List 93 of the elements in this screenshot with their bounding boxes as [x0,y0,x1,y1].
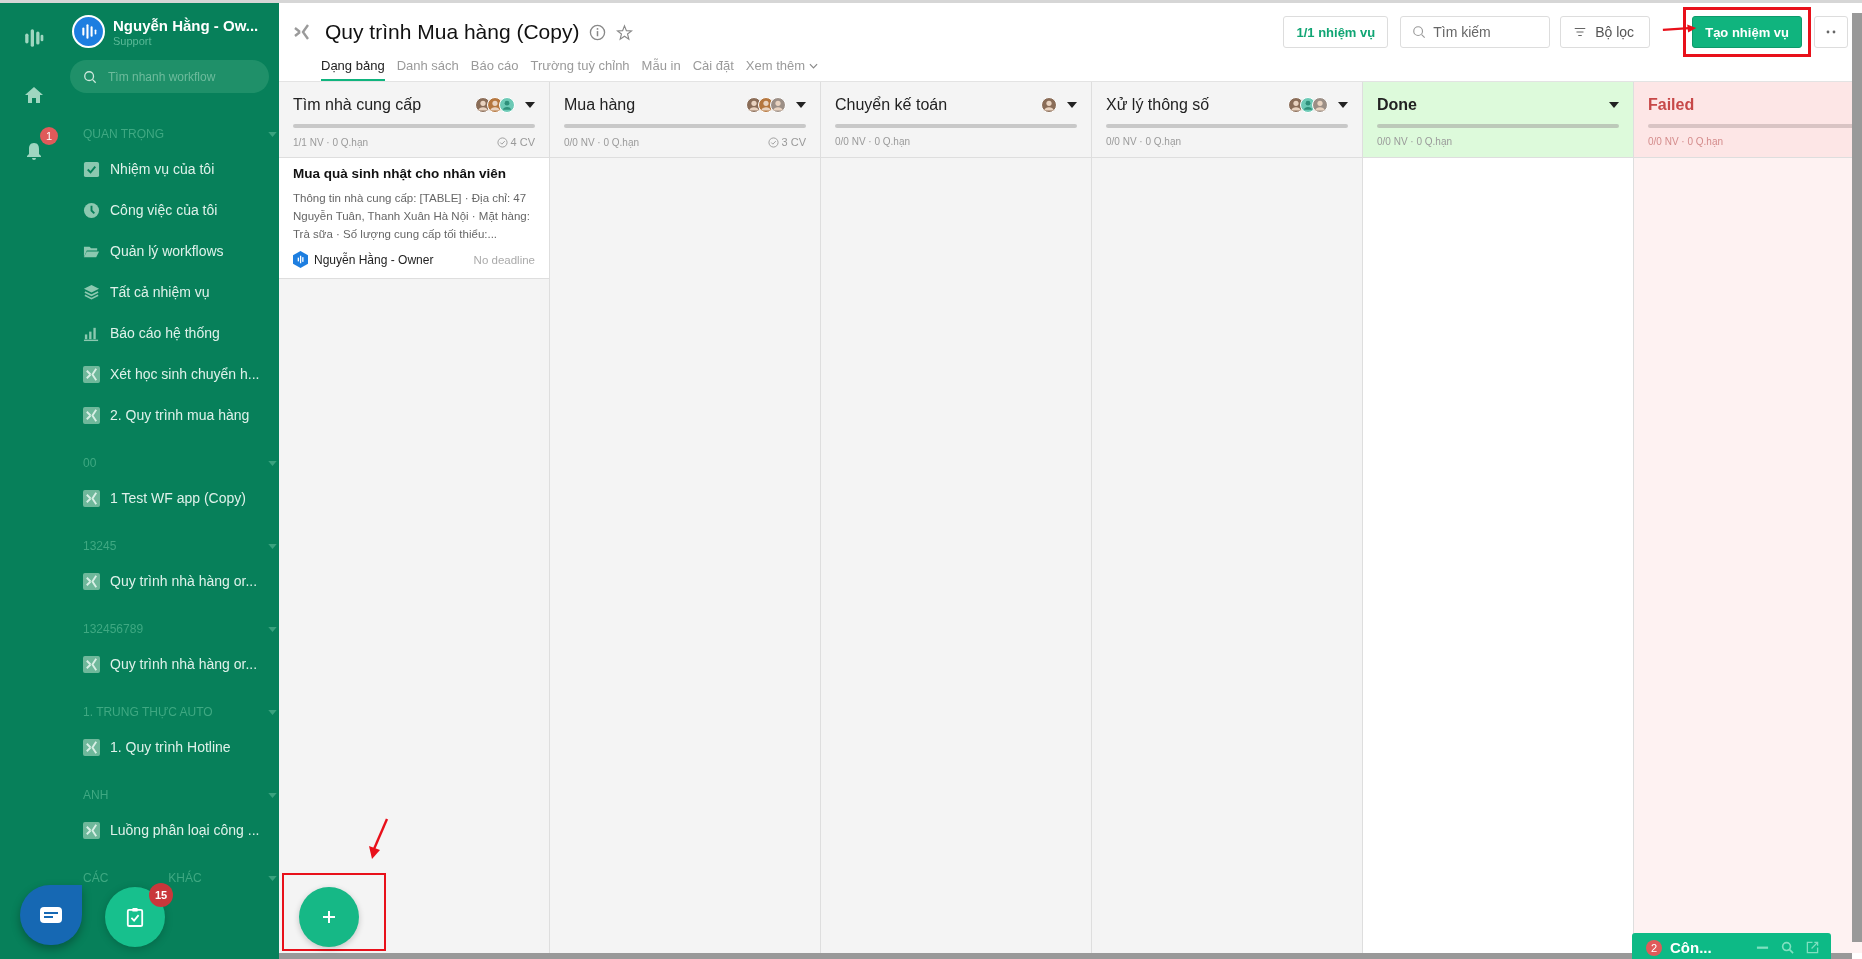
column-stats: 0/0 NV · 0 Q.hạn [564,136,640,148]
external-link-icon[interactable] [1806,941,1819,954]
avatar-icon [770,97,786,113]
plus-icon [321,909,337,925]
caret-icon[interactable] [525,102,535,108]
column-stats: 0/0 NV · 0 Q.hạn [1648,136,1724,147]
workflow-icon [83,656,100,673]
column-title: Done [1377,96,1417,114]
workflow-icon [83,407,100,424]
sidebar-item[interactable]: Luồng phân loại công ... [83,822,269,839]
tab[interactable]: Xem thêm [745,54,819,81]
column-title: Chuyển kế toán [835,96,948,114]
star-icon[interactable] [616,23,634,41]
avatar-icon [1041,97,1057,113]
sidebar-item[interactable]: Công việc của tôi [83,202,269,219]
search-icon [83,70,97,84]
message-icon [39,906,63,924]
logo-icon[interactable] [23,27,45,49]
sidebar-item[interactable]: Quản lý workflows [83,243,269,260]
card-description: Thông tin nhà cung cấp: [TABLE] · Địa chỉ: 47 Nguyễn Tuân, Thanh Xuân Hà Nội · Mặt hàng: Trà sữa · Số lượng cung cấp tối thiểu:... [293,191,531,242]
workflow-icon [83,490,100,507]
count-text: 4 CV [510,136,535,148]
caret-icon[interactable] [1067,102,1077,108]
sidebar-item[interactable]: Báo cáo hệ thống [83,325,269,342]
tab[interactable]: Danh sách [396,54,459,81]
workflow-icon [83,573,100,590]
tab[interactable]: Trường tuỳ chỉnh [530,54,630,81]
column-title: Failed [1648,96,1695,114]
checkbox-icon [83,161,100,178]
search-field[interactable]: Tìm nhanh workflow [70,60,269,93]
account-name[interactable]: Nguyễn Hằng - Ow... [113,16,259,34]
count-badge: 2 [1646,939,1662,956]
home-icon[interactable] [24,85,44,105]
check-circle-icon [767,136,779,148]
info-icon[interactable] [589,23,607,41]
chat-title: Côn... [1670,939,1712,956]
workflow-icon [83,366,100,383]
scrollbar[interactable] [1852,13,1862,942]
clipboard-check-icon [126,907,144,927]
caret-icon[interactable] [1609,102,1619,108]
column-title: Xử lý thông số [1106,96,1210,114]
column-stats: 0/0 NV · 0 Q.hạn [1106,136,1182,147]
chat-widget[interactable]: 2 Côn... [1632,933,1831,959]
workflow-icon [83,739,100,756]
filter-icon [1573,25,1588,39]
tab[interactable]: Mẫu in [641,54,681,81]
bell-icon[interactable] [24,141,44,161]
deadline-text: No deadline [473,253,535,266]
check-circle-icon [496,136,508,148]
notification-badge: 1 [40,127,58,145]
arrow [1662,23,1698,35]
more-button[interactable] [1814,16,1848,48]
account-role: Support [113,34,153,47]
layers-icon [83,284,100,301]
bar-chart-icon [83,325,100,342]
sidebar-item[interactable]: 2. Quy trình mua hàng [83,407,269,424]
column-stats: 1/1 NV · 0 Q.hạn [293,136,369,148]
sidebar-item[interactable]: 1. Quy trình Hotline [83,739,269,756]
chevron-down-icon [809,62,819,69]
card-title: Mua quà sinh nhật cho nhân viên [293,166,507,181]
column-stats: 0/0 NV · 0 Q.hạn [1377,136,1453,147]
clock-icon [83,202,100,219]
avatar-icon [1312,97,1328,113]
caret-icon[interactable] [1338,102,1348,108]
filter-button[interactable]: Bộ lọc [1560,16,1651,48]
column-stats: 0/0 NV · 0 Q.hạn [835,136,911,147]
page-title: Quy trình Mua hàng (Copy) [325,20,580,44]
more-icon [1826,30,1836,34]
avatar-icon [499,97,515,113]
arrow [366,817,390,861]
sidebar-item[interactable]: Quy trình nhà hàng or... [83,656,269,673]
sidebar-item[interactable]: Nhiệm vụ của tôi [83,161,269,178]
column-title: Tìm nhà cung cấp [293,96,422,114]
column-title: Mua hàng [564,96,636,114]
sidebar-item[interactable]: 1 Test WF app (Copy) [83,490,269,507]
assignee-name: Nguyễn Hằng - Owner [314,252,434,267]
tab[interactable]: Báo cáo [470,54,519,81]
count-text: 3 CV [781,136,806,148]
create-task-button[interactable]: Tạo nhiệm vụ [1692,16,1802,48]
search-icon [1412,25,1427,39]
task-card[interactable]: Mua quà sinh nhật cho nhân viên Thông tin nhà cung cấp: [TABLE] · Địa chỉ: 47 Nguyễn Tuân, Thanh Xuân Hà Nội · Mặt hàng: Trà sữa · Số lượng cung cấp tối thiểu:... Nguyễn Hằng - Owner No deadline [279,158,549,279]
search-icon[interactable] [1781,941,1794,954]
sidebar-item[interactable]: Tất cả nhiệm vụ [83,284,269,301]
task-count-button[interactable]: 1/1 nhiệm vụ [1283,16,1389,48]
workflow-icon [83,822,100,839]
tab[interactable]: Cài đặt [692,54,734,81]
avatar-icon[interactable] [72,15,105,48]
caret-icon[interactable] [796,102,806,108]
sidebar-item[interactable]: Quy trình nhà hàng or... [83,573,269,590]
sidebar-item[interactable]: Xét học sinh chuyển h... [83,366,269,383]
search-field[interactable]: Tìm kiếm [1400,16,1551,48]
avatar-icon [293,251,308,268]
workflow-icon [293,23,311,41]
